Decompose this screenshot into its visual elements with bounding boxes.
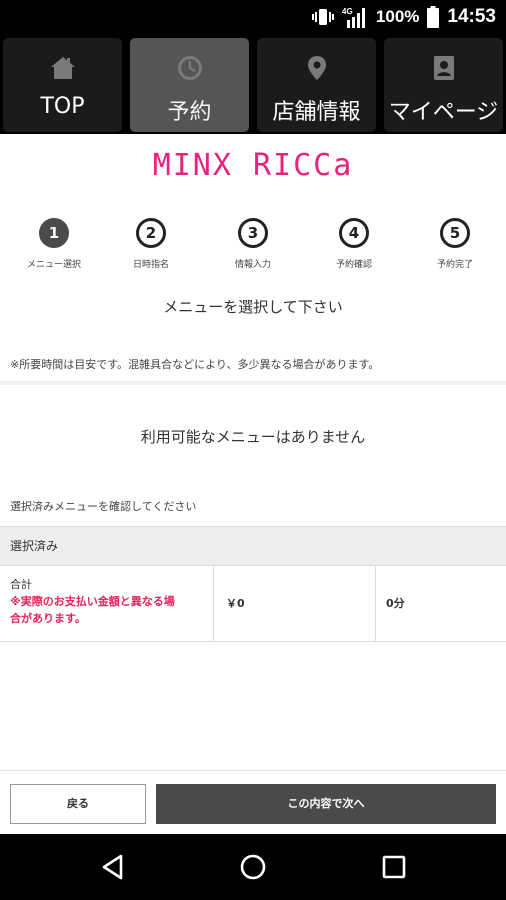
tab-reservation[interactable]: 予約	[130, 38, 249, 132]
system-nav-bar	[0, 834, 506, 900]
step-3-label: 情報入力	[234, 260, 271, 270]
brand-logo: MINX RICCa	[152, 148, 354, 183]
duration-note: ※所要時間は目安です。混雑具合などにより、多少異なる場合があります。	[10, 358, 380, 371]
step-4-number: 4	[339, 218, 369, 248]
recents-square-icon[interactable]	[380, 853, 408, 881]
step-4-label: 予約確認	[335, 260, 372, 270]
status-bar: 4G 100% 14:53	[0, 0, 506, 34]
battery-icon	[427, 6, 440, 28]
tab-top[interactable]: TOP	[3, 38, 122, 132]
total-label: 合計	[10, 578, 32, 591]
home-circle-icon[interactable]	[239, 853, 267, 881]
user-card-icon	[430, 54, 458, 82]
price-warning: ※実際のお支払い金額と異なる場 合があります。	[10, 593, 213, 627]
step-1: 1 メニュー選択	[9, 218, 99, 270]
total-price: ￥0	[214, 566, 376, 641]
battery-percent: 100%	[375, 7, 420, 26]
tab-store-info[interactable]: 店舗情報	[257, 38, 376, 132]
step-3: 3 情報入力	[208, 218, 298, 270]
signal-icon: 4G	[342, 6, 368, 28]
total-row: 合計 ※実際のお支払い金額と異なる場 合があります。 ￥0 0分	[0, 566, 506, 642]
step-5-number: 5	[440, 218, 470, 248]
back-triangle-icon[interactable]	[99, 853, 127, 881]
back-button[interactable]: 戻る	[10, 784, 146, 824]
step-5: 5 予約完了	[410, 218, 500, 270]
vibrate-icon	[311, 7, 334, 27]
svg-text:4G: 4G	[342, 7, 353, 16]
progress-steps: 1 メニュー選択 2 日時指名 3 情報入力 4 予約確認 5 予約完了	[0, 218, 506, 278]
tab-reservation-label: 予約	[167, 100, 212, 125]
step-2: 2 日時指名	[106, 218, 196, 270]
confirm-selection-text: 選択済みメニューを確認してください	[10, 500, 197, 513]
tab-mypage-label: マイページ	[388, 100, 499, 125]
price-warning-line1: ※実際のお支払い金額と異なる場	[10, 595, 175, 608]
home-icon	[49, 54, 77, 82]
step-1-label: メニュー選択	[26, 260, 81, 270]
main-nav: TOP 予約 店舗情報 マイページ	[0, 34, 506, 134]
tab-mypage[interactable]: マイページ	[384, 38, 503, 132]
step-4: 4 予約確認	[309, 218, 399, 270]
step-1-number: 1	[39, 218, 69, 248]
clock-time: 14:53	[447, 6, 496, 27]
selected-header: 選択済み	[0, 526, 506, 566]
total-duration: 0分	[386, 597, 405, 610]
no-menu-message: 利用可能なメニューはありません	[140, 428, 366, 446]
price-warning-line2: 合があります。	[10, 612, 86, 625]
instruction-text: メニューを選択して下さい	[163, 298, 343, 316]
step-2-number: 2	[136, 218, 166, 248]
step-3-number: 3	[238, 218, 268, 248]
map-pin-icon	[303, 54, 331, 82]
section-divider	[0, 381, 506, 385]
bottom-action-bar: 戻る この内容で次へ	[0, 770, 506, 834]
tab-store-info-label: 店舗情報	[272, 100, 361, 125]
tab-top-label: TOP	[40, 94, 85, 119]
status-icons: 4G 100% 14:53	[311, 0, 496, 34]
step-5-label: 予約完了	[436, 260, 473, 270]
step-2-label: 日時指名	[132, 260, 169, 270]
next-button[interactable]: この内容で次へ	[156, 784, 496, 824]
total-label-cell: 合計 ※実際のお支払い金額と異なる場 合があります。	[0, 566, 214, 641]
clock-icon	[176, 54, 204, 82]
